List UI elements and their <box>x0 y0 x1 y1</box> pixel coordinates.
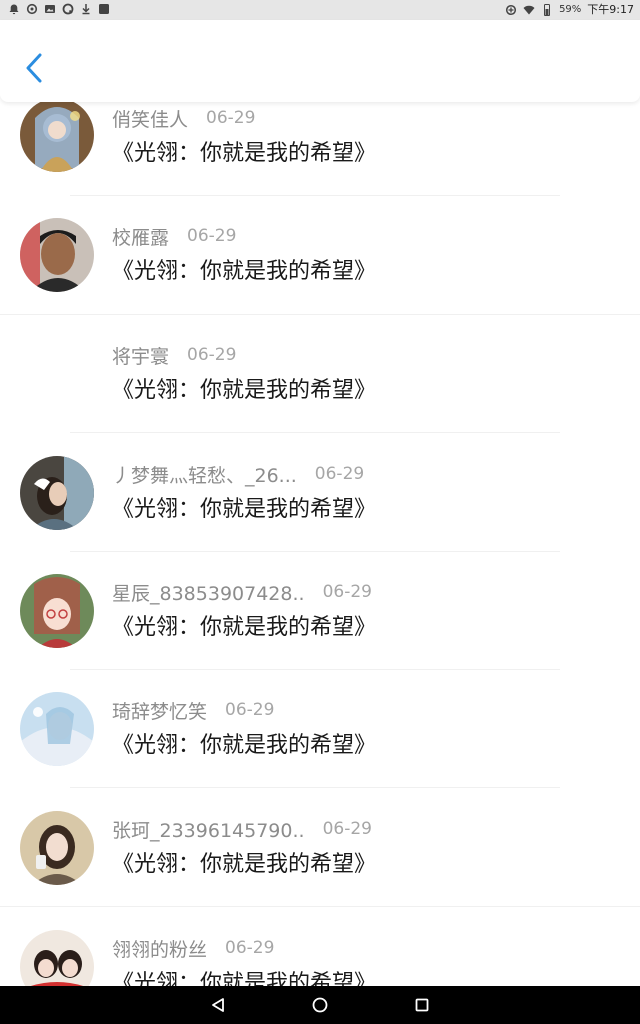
item-title[interactable]: 《光翎：你就是我的希望》 <box>112 256 376 288</box>
item-date: 06-29 <box>225 700 275 720</box>
item-title[interactable]: 《光翎：你就是我的希望》 <box>112 375 376 407</box>
item-meta: 丿梦舞灬轻愁、_26... 06-29 <box>112 460 364 488</box>
bell-icon <box>8 3 20 15</box>
download-icon <box>80 3 92 15</box>
divider <box>0 314 640 315</box>
recents-square-icon <box>415 998 429 1012</box>
user-name[interactable]: 丿梦舞灬轻愁、_26... <box>112 461 297 488</box>
divider <box>70 669 560 670</box>
navigation-bar <box>0 986 640 1024</box>
avatar[interactable] <box>20 692 94 766</box>
item-meta: 翎翎的粉丝 06-29 <box>112 934 274 962</box>
nav-home-button[interactable] <box>310 995 330 1015</box>
list-item[interactable]: 琦辞梦忆笑 06-29 《光翎：你就是我的希望》 <box>0 692 640 810</box>
data-saver-icon <box>505 4 517 16</box>
item-meta: 琦辞梦忆笑 06-29 <box>112 696 274 724</box>
battery-percent: 59% <box>559 4 582 15</box>
list-item[interactable]: 张珂_23396145790.. 06-29 《光翎：你就是我的希望》 <box>0 811 640 929</box>
user-name[interactable]: 将宇寰 <box>112 342 169 369</box>
item-date: 06-29 <box>187 226 237 246</box>
user-name[interactable]: 张珂_23396145790.. <box>112 816 305 843</box>
avatar[interactable] <box>20 100 94 172</box>
item-meta: 张珂_23396145790.. 06-29 <box>112 815 372 843</box>
back-triangle-icon <box>212 998 224 1012</box>
avatar[interactable] <box>20 811 94 885</box>
item-date: 06-29 <box>206 108 256 128</box>
avatar[interactable] <box>20 930 94 986</box>
avatar[interactable] <box>20 456 94 530</box>
item-date: 06-29 <box>225 938 275 958</box>
back-button[interactable] <box>20 50 48 86</box>
status-notification-icons <box>8 3 110 15</box>
user-name[interactable]: 星辰_83853907428.. <box>112 579 305 606</box>
status-system-icons: 59% 下午9:17 <box>505 2 634 18</box>
item-title[interactable]: 《光翎：你就是我的希望》 <box>112 494 376 526</box>
item-meta: 校雁露 06-29 <box>112 222 236 250</box>
divider <box>70 787 560 788</box>
nav-back-button[interactable] <box>208 995 228 1015</box>
list-item[interactable]: 校雁露 06-29 《光翎：你就是我的希望》 <box>0 218 640 336</box>
image-icon <box>44 3 56 15</box>
user-name[interactable]: 琦辞梦忆笑 <box>112 697 207 724</box>
list-item[interactable]: 星辰_83853907428.. 06-29 《光翎：你就是我的希望》 <box>0 574 640 692</box>
item-meta: 将宇寰 06-29 <box>112 341 236 369</box>
item-title[interactable]: 《光翎：你就是我的希望》 <box>112 138 376 170</box>
wifi-icon <box>523 4 535 16</box>
status-bar: 59% 下午9:17 <box>0 0 640 20</box>
qq-icon <box>62 3 74 15</box>
item-title[interactable]: 《光翎：你就是我的希望》 <box>112 612 376 644</box>
item-title[interactable]: 《光翎：你就是我的希望》 <box>112 849 376 881</box>
list-item[interactable]: 翎翎的粉丝 06-29 《光翎：你就是我的希望》 <box>0 930 640 986</box>
avatar[interactable] <box>20 574 94 648</box>
list-item[interactable]: 将宇寰 06-29 《光翎：你就是我的希望》 <box>0 337 640 455</box>
item-date: 06-29 <box>322 819 372 839</box>
user-name[interactable]: 俏笑佳人 <box>112 105 188 132</box>
list-item[interactable]: 俏笑佳人 06-29 《光翎：你就是我的希望》 <box>0 100 640 218</box>
chevron-left-icon <box>26 53 42 83</box>
item-title[interactable]: 《光翎：你就是我的希望》 <box>112 730 376 762</box>
battery-icon <box>541 4 553 16</box>
item-date: 06-29 <box>187 345 237 365</box>
comment-list[interactable]: 俏笑佳人 06-29 《光翎：你就是我的希望》 校雁露 06-29 《光翎：你就… <box>0 100 640 986</box>
divider <box>70 432 560 433</box>
avatar[interactable] <box>20 218 94 292</box>
square-icon <box>98 3 110 15</box>
divider <box>70 195 560 196</box>
item-date: 06-29 <box>322 582 372 602</box>
user-name[interactable]: 翎翎的粉丝 <box>112 935 207 962</box>
user-name[interactable]: 校雁露 <box>112 223 169 250</box>
home-circle-icon <box>312 997 328 1013</box>
item-date: 06-29 <box>314 464 365 484</box>
item-meta: 星辰_83853907428.. 06-29 <box>112 578 372 606</box>
clock: 下午9:17 <box>587 3 634 16</box>
app-header <box>0 20 640 102</box>
item-title[interactable]: 《光翎：你就是我的希望》 <box>112 968 376 986</box>
sync-icon <box>26 3 38 15</box>
divider <box>70 551 560 552</box>
divider <box>0 906 640 907</box>
list-item[interactable]: 丿梦舞灬轻愁、_26... 06-29 《光翎：你就是我的希望》 <box>0 456 640 574</box>
nav-recents-button[interactable] <box>412 995 432 1015</box>
item-meta: 俏笑佳人 06-29 <box>112 104 255 132</box>
